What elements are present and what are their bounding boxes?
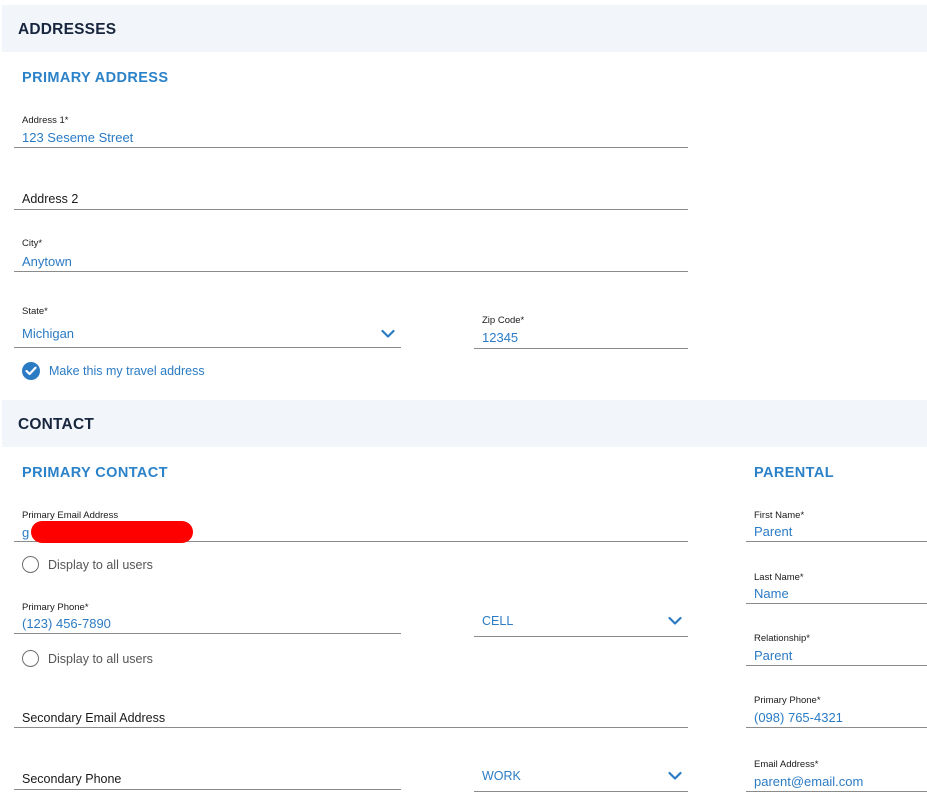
primary-phone-field[interactable]: Primary Phone* (123) 456-7890	[14, 599, 401, 634]
primary-address-heading: PRIMARY ADDRESS	[22, 70, 169, 86]
contact-section-header: CONTACT	[2, 400, 927, 447]
travel-address-checkbox[interactable]: Make this my travel address	[22, 362, 205, 380]
parent-phone-label: Primary Phone*	[754, 695, 821, 706]
radio-circle-icon[interactable]	[22, 556, 39, 573]
secondary-email-field[interactable]: Secondary Email Address	[14, 696, 688, 728]
parent-first-name-label: First Name*	[754, 510, 805, 521]
addresses-section-title: ADDRESSES	[18, 21, 117, 38]
primary-phone-label: Primary Phone*	[22, 602, 89, 613]
chevron-down-icon[interactable]	[381, 329, 395, 339]
secondary-phone-type-value: WORK	[482, 769, 521, 783]
parent-email-input[interactable]: parent@email.com	[754, 774, 863, 789]
chevron-down-icon[interactable]	[668, 616, 682, 626]
email-display-radio[interactable]: Display to all users	[22, 556, 153, 573]
state-select[interactable]: State* Michigan	[14, 303, 401, 348]
parent-last-name-field[interactable]: Last Name* Name	[746, 569, 927, 604]
phone-type-select[interactable]: CELL	[474, 606, 688, 637]
chevron-down-icon[interactable]	[668, 771, 682, 781]
city-field[interactable]: City* Anytown	[14, 235, 688, 272]
parent-phone-input[interactable]: (098) 765-4321	[754, 710, 843, 725]
address2-field[interactable]: Address 2	[14, 178, 688, 210]
primary-contact-heading: PRIMARY CONTACT	[22, 465, 168, 481]
primary-phone-input[interactable]: (123) 456-7890	[22, 616, 111, 631]
zip-code-field[interactable]: Zip Code* 12345	[474, 312, 688, 349]
parent-last-name-label: Last Name*	[754, 572, 804, 583]
parent-relationship-input[interactable]: Parent	[754, 648, 792, 663]
state-label: State*	[22, 306, 48, 317]
parent-phone-field[interactable]: Primary Phone* (098) 765-4321	[746, 692, 927, 728]
checkmark-icon[interactable]	[22, 362, 40, 380]
phone-type-value: CELL	[482, 614, 514, 628]
secondary-phone-type-select[interactable]: WORK	[474, 762, 688, 792]
secondary-phone-input[interactable]: Secondary Phone	[22, 772, 121, 786]
phone-display-label[interactable]: Display to all users	[48, 652, 153, 666]
zip-code-input[interactable]: 12345	[482, 330, 518, 345]
parent-last-name-input[interactable]: Name	[754, 586, 789, 601]
parent-email-field[interactable]: Email Address* parent@email.com	[746, 756, 927, 792]
radio-circle-icon[interactable]	[22, 650, 39, 667]
contact-section-title: CONTACT	[18, 416, 95, 433]
travel-address-label[interactable]: Make this my travel address	[49, 364, 205, 378]
email-display-label[interactable]: Display to all users	[48, 558, 153, 572]
secondary-email-input[interactable]: Secondary Email Address	[22, 711, 165, 725]
parent-first-name-field[interactable]: First Name* Parent	[746, 507, 927, 542]
primary-email-label: Primary Email Address	[22, 510, 119, 521]
address2-input[interactable]: Address 2	[22, 192, 78, 206]
parent-relationship-label: Relationship*	[754, 633, 810, 644]
secondary-phone-field[interactable]: Secondary Phone	[14, 756, 401, 790]
address1-field[interactable]: Address 1* 123 Seseme Street	[14, 112, 688, 148]
state-value: Michigan	[22, 326, 75, 341]
city-input[interactable]: Anytown	[22, 254, 72, 269]
phone-display-radio[interactable]: Display to all users	[22, 650, 153, 667]
address1-label: Address 1*	[22, 115, 69, 126]
parent-first-name-input[interactable]: Parent	[754, 524, 792, 539]
address1-input[interactable]: 123 Seseme Street	[22, 130, 133, 145]
city-label: City*	[22, 238, 43, 249]
addresses-section-header: ADDRESSES	[2, 5, 927, 52]
parent-relationship-field[interactable]: Relationship* Parent	[746, 630, 927, 666]
zip-code-label: Zip Code*	[482, 315, 525, 326]
parental-heading: PARENTAL	[754, 465, 834, 481]
primary-email-input[interactable]: g	[22, 525, 29, 540]
parent-email-label: Email Address*	[754, 759, 819, 770]
redaction-mark	[31, 521, 193, 543]
